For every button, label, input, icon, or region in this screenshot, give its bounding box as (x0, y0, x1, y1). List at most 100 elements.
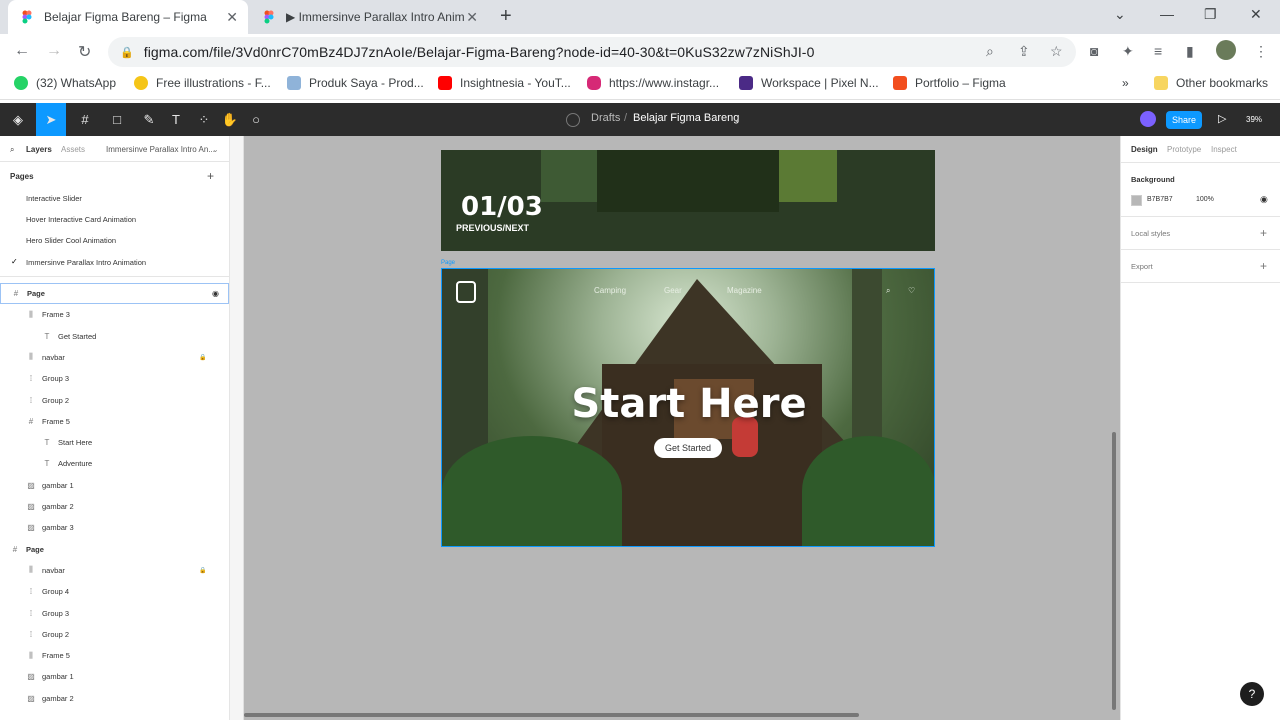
tab-youtube-video[interactable]: ▶ Immersinve Parallax Intro Anim ✕ (250, 0, 488, 34)
lock-icon[interactable]: 🔒 (199, 567, 206, 574)
minimize-icon[interactable]: — (1160, 6, 1174, 22)
zoom-level[interactable]: 39% (1246, 115, 1262, 124)
forward-icon[interactable]: → (46, 42, 62, 60)
layer-row[interactable]: ⁞ Group 3 (0, 603, 229, 624)
eye-icon[interactable]: ◉ (1260, 194, 1268, 205)
heart-icon[interactable]: ♡ (908, 286, 915, 295)
more-bookmarks-button[interactable]: » (1122, 76, 1129, 90)
frame-tool-icon[interactable]: # (70, 103, 100, 136)
get-started-button[interactable]: Get Started (654, 438, 722, 458)
other-bookmarks[interactable]: Other bookmarks (1154, 76, 1268, 90)
close-tab-icon[interactable]: ✕ (226, 9, 238, 26)
lock-icon[interactable]: 🔒 (199, 354, 206, 361)
menu-icon[interactable]: ⋮ (1254, 43, 1268, 60)
layer-row[interactable]: ⁞ Group 2 (0, 390, 229, 411)
media-icon[interactable]: ≡ (1154, 43, 1162, 59)
avatar[interactable] (1140, 111, 1156, 127)
tab-inspect[interactable]: Inspect (1211, 145, 1237, 154)
add-style-icon[interactable]: + (1260, 226, 1267, 240)
tab-design[interactable]: Design (1131, 145, 1158, 154)
comment-tool-icon[interactable]: ○ (244, 103, 268, 136)
layer-row[interactable]: ▨ gambar 3 (0, 517, 229, 538)
chevron-down-icon[interactable]: ⌄ (212, 145, 219, 154)
share-button[interactable]: Share (1166, 111, 1202, 129)
reload-icon[interactable]: ↻ (78, 42, 91, 62)
layer-row[interactable]: ▨ gambar 2 (0, 496, 229, 517)
hand-tool-icon[interactable]: ✋ (218, 103, 242, 136)
close-tab-icon[interactable]: ✕ (466, 9, 478, 26)
layer-row[interactable]: # Page ◉ (0, 283, 229, 304)
extensions-icon[interactable]: ✦ (1122, 43, 1134, 60)
bookmark-produk[interactable]: Produk Saya - Prod... (287, 76, 424, 90)
chevron-down-icon[interactable]: ⌄ (1114, 6, 1126, 23)
add-page-icon[interactable]: + (207, 169, 214, 183)
restore-icon[interactable]: ❐ (1204, 6, 1217, 23)
hero-nav-item[interactable]: Camping (594, 286, 626, 295)
text-tool-icon[interactable]: T (164, 103, 188, 136)
horizontal-scrollbar[interactable] (244, 713, 859, 717)
search-icon[interactable]: ⌕ (886, 286, 890, 296)
layer-row[interactable]: ▨ gambar 1 (0, 475, 229, 496)
current-page-selector[interactable]: Immersinve Parallax Intro An... (106, 145, 215, 154)
side-panel-icon[interactable]: ▮ (1186, 43, 1194, 60)
page-item-current[interactable]: Immersinve Parallax Intro Animation (26, 258, 146, 267)
layer-row[interactable]: T Start Here (0, 432, 229, 453)
main-menu-icon[interactable]: ◈ (4, 103, 32, 136)
add-export-icon[interactable]: + (1260, 259, 1267, 273)
star-icon[interactable]: ☆ (1050, 43, 1063, 60)
help-button[interactable]: ? (1240, 682, 1264, 706)
bookmark-instagram[interactable]: https://www.instagr... (587, 76, 719, 90)
layer-row[interactable]: T Get Started (0, 326, 229, 347)
layer-row[interactable]: ⫼ Frame 5 (0, 645, 229, 666)
shape-tool-icon[interactable]: □ (102, 103, 132, 136)
share-page-icon[interactable]: ⇪ (1018, 43, 1030, 60)
page-item[interactable]: Hover Interactive Card Animation (26, 215, 136, 224)
hero-nav-item[interactable]: Magazine (727, 286, 762, 295)
layer-row[interactable]: ⁞ Group 2 (0, 624, 229, 645)
layer-row[interactable]: T Adventure (0, 453, 229, 474)
frame-label[interactable]: Page (441, 260, 455, 266)
layer-row[interactable]: # Page (0, 539, 229, 560)
close-window-icon[interactable]: ✕ (1250, 6, 1262, 23)
present-icon[interactable]: ▷ (1218, 112, 1226, 125)
bookmark-illustrations[interactable]: Free illustrations - F... (134, 76, 271, 90)
layer-row[interactable]: ⫼ navbar 🔒 (0, 347, 229, 368)
breadcrumb-drafts[interactable]: Drafts (591, 112, 620, 124)
background-opacity[interactable]: 100% (1196, 196, 1214, 203)
bookmark-portfolio[interactable]: Portfolio – Figma (893, 76, 1006, 90)
tab-layers[interactable]: Layers (26, 145, 52, 154)
chevron-down-icon[interactable]: ⌄ (732, 112, 741, 125)
background-hex[interactable]: B7B7B7 (1147, 196, 1173, 203)
profile-avatar[interactable] (1216, 40, 1236, 60)
layer-row[interactable]: ⁞ Group 4 (0, 581, 229, 602)
slider-frame[interactable]: 01/03 PREVIOUS/NEXT (441, 150, 935, 251)
page-item[interactable]: Interactive Slider (26, 194, 82, 203)
hero-frame[interactable]: Camping Gear Magazine ⌕ ♡ Start Here Get… (441, 268, 935, 547)
move-tool-icon[interactable]: ➤ (36, 103, 66, 136)
file-name[interactable]: Belajar Figma Bareng (633, 112, 739, 124)
canvas[interactable]: 01/03 PREVIOUS/NEXT Page Camping Gear Ma… (244, 136, 1120, 720)
zoom-icon[interactable]: ⌕ (986, 43, 994, 60)
layer-row[interactable]: ⫼ Frame 3 (0, 304, 229, 325)
bookmark-workspace[interactable]: Workspace | Pixel N... (739, 76, 879, 90)
slide-nav-label[interactable]: PREVIOUS/NEXT (456, 223, 529, 233)
pen-tool-icon[interactable]: ✎ (134, 103, 164, 136)
new-tab-icon[interactable]: + (500, 5, 512, 28)
background-swatch[interactable] (1131, 195, 1142, 206)
tab-prototype[interactable]: Prototype (1167, 145, 1201, 154)
tab-figma-file[interactable]: Belajar Figma Bareng – Figma ✕ (8, 0, 248, 34)
hero-nav-item[interactable]: Gear (664, 286, 682, 295)
resources-icon[interactable]: ⁘ (192, 103, 216, 136)
layer-row[interactable]: ⫼ navbar 🔒 (0, 560, 229, 581)
page-item[interactable]: Hero Slider Cool Animation (26, 236, 116, 245)
address-bar[interactable]: 🔒 figma.com/file/3Vd0nrC70mBz4DJ7znAoIe/… (108, 37, 1076, 67)
layer-row[interactable]: ▨ gambar 1 (0, 666, 229, 687)
eye-icon[interactable]: ◉ (212, 289, 219, 298)
back-icon[interactable]: ← (14, 42, 30, 60)
camera-icon[interactable]: ◙ (1090, 43, 1098, 59)
search-icon[interactable]: ⌕ (10, 145, 14, 155)
bookmark-whatsapp[interactable]: (32) WhatsApp (14, 76, 116, 90)
bookmark-youtube[interactable]: Insightnesia - YouT... (438, 76, 571, 90)
tab-assets[interactable]: Assets (61, 145, 85, 154)
layer-row[interactable]: ▨ gambar 2 (0, 688, 229, 709)
